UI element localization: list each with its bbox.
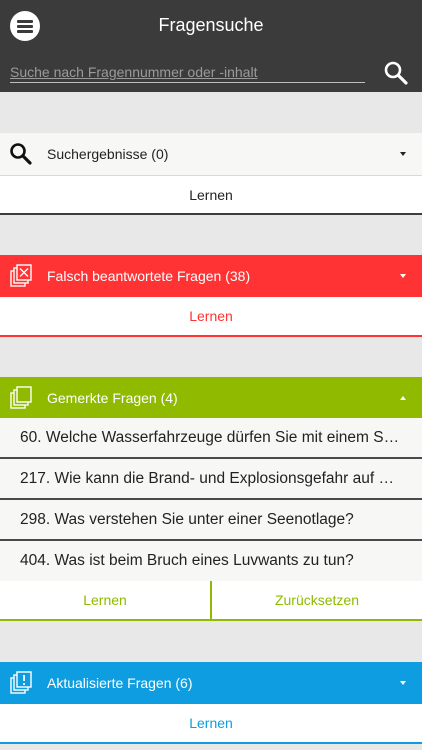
search-results-actions: Lernen [0,175,422,215]
chevron-up-icon[interactable] [400,396,406,400]
chevron-down-icon[interactable] [400,274,406,278]
bookmarked-question-list: 60. Welche Wasserfahrzeuge dürfen Sie mi… [0,418,422,582]
learn-bookmarked-button[interactable]: Lernen [0,581,212,619]
search-icon[interactable] [383,60,409,86]
section-label: Suchergebnisse (0) [47,146,169,162]
learn-updated-button[interactable]: Lernen [0,704,422,742]
list-item[interactable]: 298. Was verstehen Sie unter einer Seeno… [0,500,422,541]
updated-cards-icon [10,671,32,694]
bookmarked-cards-icon [10,386,32,409]
section-wrong-answers[interactable]: Falsch beantwortete Fragen (38) [0,255,422,297]
learn-wrong-answers-button[interactable]: Lernen [0,297,422,335]
learn-search-results-button[interactable]: Lernen [0,176,422,213]
app-bar: Fragensuche [0,0,422,92]
section-label: Aktualisierte Fragen (6) [47,675,193,691]
updated-actions: Lernen [0,704,422,744]
section-bookmarked[interactable]: Gemerkte Fragen (4) [0,377,422,419]
bookmarked-actions: Lernen Zurücksetzen [0,581,422,621]
chevron-down-icon[interactable] [400,152,406,156]
page-title: Fragensuche [158,15,264,35]
wrong-cards-icon [10,264,32,287]
list-item[interactable]: 217. Wie kann die Brand- und Explosionsg… [0,459,422,500]
section-label: Gemerkte Fragen (4) [47,390,178,406]
list-item[interactable]: 404. Was ist beim Bruch eines Luvwants z… [0,541,422,582]
wrong-answers-actions: Lernen [0,297,422,337]
reset-bookmarked-button[interactable]: Zurücksetzen [212,581,422,619]
section-label: Falsch beantwortete Fragen (38) [47,268,251,284]
search-icon [10,143,32,165]
section-search-results[interactable]: Suchergebnisse (0) [0,133,422,175]
section-updated[interactable]: Aktualisierte Fragen (6) [0,662,422,704]
chevron-down-icon[interactable] [400,681,406,685]
search-input[interactable] [10,62,365,83]
list-item[interactable]: 60. Welche Wasserfahrzeuge dürfen Sie mi… [0,418,422,459]
